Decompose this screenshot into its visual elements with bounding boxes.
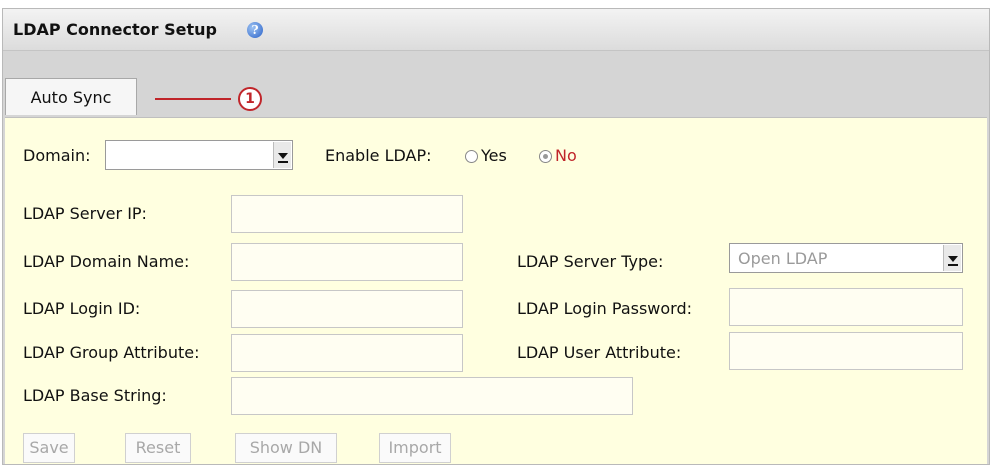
domain-name-input[interactable] — [231, 243, 463, 281]
reset-button[interactable]: Reset — [125, 433, 191, 463]
import-button[interactable]: Import — [379, 433, 451, 463]
chevron-down-icon[interactable] — [943, 245, 961, 271]
group-attribute-input[interactable] — [231, 334, 463, 372]
base-string-input[interactable] — [231, 377, 633, 415]
enable-no-radio[interactable] — [539, 150, 552, 163]
callout-number-badge: 1 — [238, 87, 262, 111]
page-title: LDAP Connector Setup — [13, 20, 217, 39]
chevron-down-icon[interactable] — [273, 142, 291, 168]
server-type-select[interactable]: Open LDAP — [729, 243, 963, 273]
group-attribute-label: LDAP Group Attribute: — [23, 343, 200, 362]
ldap-setup-window: LDAP Connector Setup ? Auto Sync 1 Domai… — [2, 8, 990, 465]
login-id-input[interactable] — [231, 290, 463, 328]
tab-strip: Auto Sync 1 — [3, 51, 989, 118]
server-type-value: Open LDAP — [738, 249, 828, 268]
domain-select[interactable] — [105, 140, 293, 170]
server-type-label: LDAP Server Type: — [517, 252, 664, 271]
user-attribute-input[interactable] — [729, 332, 963, 370]
save-button[interactable]: Save — [23, 433, 75, 463]
user-attribute-label: LDAP User Attribute: — [517, 343, 682, 362]
base-string-label: LDAP Base String: — [23, 386, 167, 405]
title-bar: LDAP Connector Setup ? — [3, 9, 989, 51]
domain-name-label: LDAP Domain Name: — [23, 252, 190, 271]
server-ip-label: LDAP Server IP: — [23, 204, 147, 223]
help-icon[interactable]: ? — [247, 22, 263, 38]
enable-yes-label: Yes — [481, 146, 507, 165]
login-id-label: LDAP Login ID: — [23, 299, 141, 318]
tab-auto-sync[interactable]: Auto Sync — [5, 78, 137, 115]
enable-yes-radio[interactable] — [465, 150, 478, 163]
login-password-label: LDAP Login Password: — [517, 299, 693, 318]
show-dn-button[interactable]: Show DN — [235, 433, 337, 463]
form-panel: Domain: Enable LDAP: Yes No LDAP Server … — [5, 117, 987, 464]
domain-label: Domain: — [23, 146, 91, 165]
callout-line — [155, 98, 231, 100]
enable-no-label: No — [555, 146, 577, 165]
enable-ldap-label: Enable LDAP: — [325, 146, 432, 165]
server-ip-input[interactable] — [231, 195, 463, 233]
login-password-input[interactable] — [729, 288, 963, 326]
